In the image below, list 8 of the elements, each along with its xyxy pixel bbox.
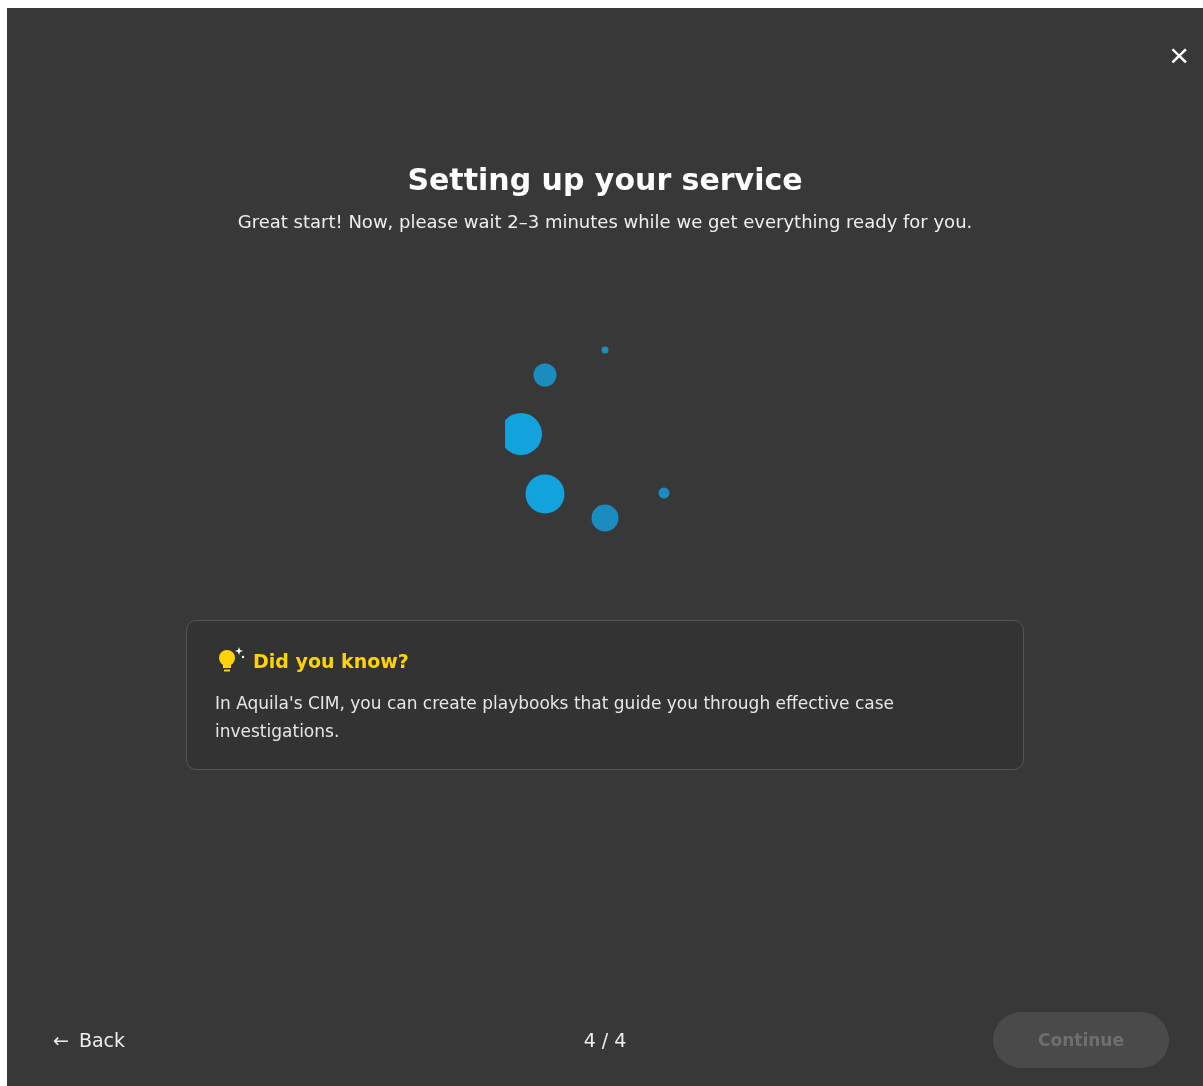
tip-text: In Aquila's CIM, you can create playbooks that guide you through effective case investigations.	[215, 692, 895, 743]
close-button[interactable]: ×	[1169, 38, 1189, 72]
back-button[interactable]: ← Back	[53, 1029, 126, 1051]
dialog-title: Setting up your service	[407, 162, 803, 197]
arrow-left-icon: ←	[53, 1029, 69, 1051]
tip-title: Did you know?	[253, 650, 409, 672]
step-counter: 4 / 4	[583, 1029, 627, 1051]
dialog-subtitle: Great start! Now, please wait 2–3 minutes while we get everything ready for you.	[237, 211, 973, 232]
